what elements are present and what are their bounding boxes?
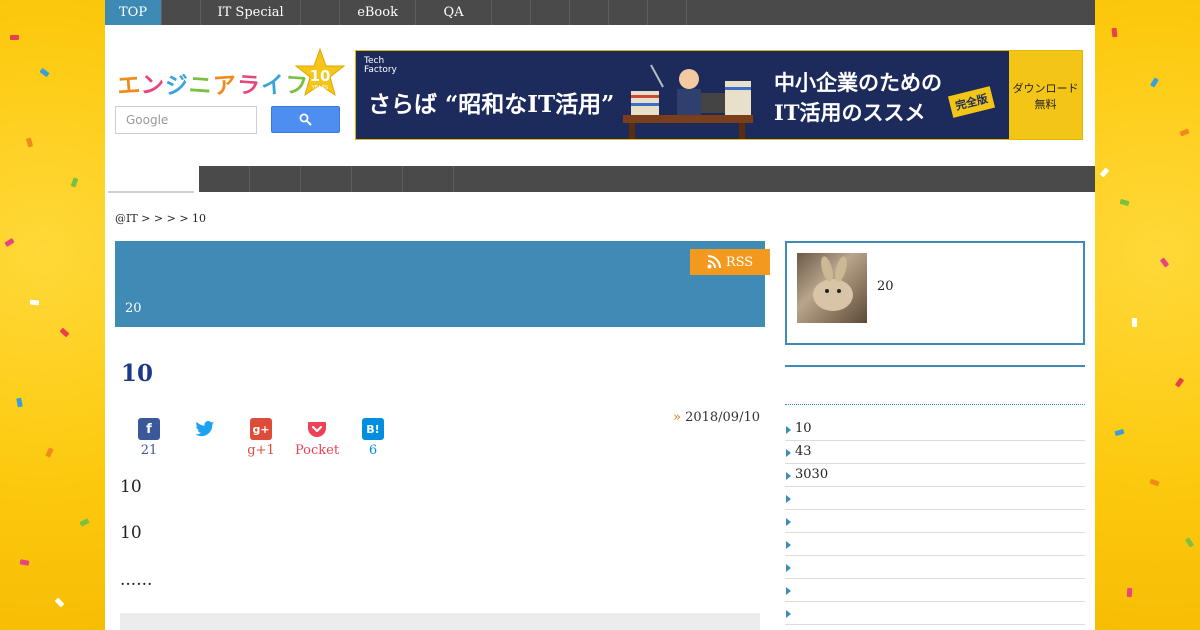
banner-badge: 完全版 — [947, 86, 996, 118]
top-nav: TOP IT Special eBook QA — [105, 0, 1095, 25]
logo-badge: 10 — [310, 67, 331, 85]
hatena-share-count: 6 — [368, 443, 378, 458]
ranking-item[interactable] — [785, 487, 1085, 510]
nav-item[interactable] — [492, 0, 532, 25]
facebook-share-button[interactable]: f 21 — [125, 418, 173, 459]
banner-brand-line2: Factory — [364, 65, 397, 75]
google-plus-icon: g+ — [250, 418, 272, 440]
logo-text: エンジニアライフ — [116, 66, 309, 100]
search-icon — [299, 113, 312, 126]
article-title: 10 — [121, 360, 154, 387]
page: TOP IT Special eBook QA エンジニアライフ 10 YEAR… — [105, 0, 1095, 630]
confetti-piece — [1111, 27, 1118, 38]
star-badge-icon: 10 YEARS — [295, 48, 345, 97]
background-right — [1095, 0, 1200, 630]
nav-item[interactable] — [570, 0, 610, 25]
hatena-bookmark-icon: B! — [362, 418, 384, 440]
pocket-share-button[interactable]: Pocket — [293, 418, 341, 459]
ranking-item[interactable] — [785, 510, 1085, 533]
nav-item-ebook[interactable]: eBook — [340, 0, 417, 25]
site-logo[interactable]: エンジニアライフ 10 YEARS — [116, 48, 345, 100]
author-profile[interactable]: 20 — [785, 241, 1085, 345]
pocket-icon — [308, 422, 326, 437]
confetti-piece — [1126, 587, 1133, 598]
banner-subline2: IT活用のススメ — [774, 100, 926, 125]
logo-letter: ラ — [235, 72, 262, 100]
date-value: 2018/09/10 — [685, 410, 760, 425]
twitter-icon — [195, 421, 214, 437]
twitter-share-button[interactable] — [181, 418, 229, 459]
rabbit-photo-icon — [813, 256, 853, 311]
ranking-item[interactable]: 10 — [785, 418, 1085, 441]
ranking-item[interactable] — [785, 556, 1085, 579]
background-left — [0, 0, 105, 630]
logo-letter: ニ — [187, 72, 214, 100]
banner-headline: さらば “昭和なIT活用” — [368, 91, 615, 118]
logo-letter: ン — [139, 72, 166, 100]
ranking-list: 10 43 3030 — [785, 418, 1085, 625]
category-nav-item[interactable] — [301, 166, 352, 192]
logo-letter: イ — [260, 72, 287, 100]
logo-letters: エンジニアライフ — [116, 66, 309, 100]
search-button[interactable] — [271, 106, 340, 133]
category-nav — [199, 166, 1095, 192]
banner-download-line1: ダウンロード — [1012, 82, 1079, 95]
rss-label: RSS — [725, 254, 754, 270]
pocket-share-label: Pocket — [294, 443, 340, 458]
confetti-piece — [10, 35, 19, 40]
breadcrumb[interactable]: @IT > > > > 10 — [115, 212, 206, 225]
hatena-share-button[interactable]: B! 6 — [349, 418, 397, 459]
banner-brand: Tech Factory — [364, 57, 397, 75]
nav-item-qa[interactable]: QA — [416, 0, 493, 25]
blog-post-count: 20 — [125, 301, 142, 316]
desk-illustration-icon — [623, 64, 753, 139]
ad-banner[interactable]: Tech Factory さらば “昭和なIT活用” 中小企業のための IT活用… — [355, 50, 1083, 140]
confetti-piece — [29, 299, 40, 306]
nav-item[interactable] — [301, 0, 341, 25]
nav-item[interactable] — [531, 0, 571, 25]
confetti-piece — [1131, 317, 1138, 328]
date-marker: » — [672, 410, 681, 425]
nav-item[interactable] — [648, 0, 688, 25]
category-nav-item[interactable] — [403, 166, 454, 192]
rss-button[interactable]: RSS — [690, 249, 770, 275]
logo-badge-sub: YEARS — [311, 85, 328, 91]
search-input[interactable]: Google — [115, 106, 257, 134]
nav-item[interactable] — [609, 0, 649, 25]
logo-letter: エ — [116, 72, 143, 100]
logo-letter: ア — [212, 72, 239, 100]
ranking-item[interactable] — [785, 579, 1085, 602]
google-plus-share-button[interactable]: g+ g+1 — [237, 418, 285, 459]
banner-download-line2: 無料 — [1034, 98, 1057, 111]
ranking-item[interactable] — [785, 602, 1085, 625]
article-quote-box — [120, 613, 760, 630]
google-plus-share-label: g+1 — [247, 443, 275, 458]
blog-header: RSS 20 — [115, 241, 770, 327]
category-nav-item[interactable] — [199, 166, 250, 192]
category-nav-item[interactable] — [250, 166, 301, 192]
rss-icon — [707, 255, 721, 269]
ranking-dotted-divider — [785, 404, 1085, 405]
nav-item-it-special[interactable]: IT Special — [201, 0, 302, 25]
author-avatar — [797, 253, 867, 323]
social-share-bar: f 21 g+ g+1 Pocket B! 6 — [125, 418, 405, 459]
ranking-item[interactable]: 3030 — [785, 464, 1085, 487]
ranking-divider — [785, 365, 1085, 367]
article-paragraph: 10 — [120, 523, 142, 543]
article-paragraph: 10 — [120, 477, 142, 497]
logo-letter: ジ — [164, 72, 191, 100]
banner-download: ダウンロード 無料 — [1009, 51, 1082, 139]
nav-item-top[interactable]: TOP — [105, 0, 163, 25]
article-paragraph: ...... — [120, 570, 153, 590]
category-nav-item[interactable] — [352, 166, 403, 192]
ranking-item[interactable]: 43 — [785, 441, 1085, 464]
banner-subline1: 中小企業のための — [774, 70, 942, 95]
article-date: » 2018/09/10 — [673, 410, 760, 425]
subnav-home-underline — [108, 191, 194, 193]
ranking-item[interactable] — [785, 533, 1085, 556]
facebook-icon: f — [138, 418, 160, 440]
author-post-count: 20 — [877, 279, 894, 294]
facebook-share-count: 21 — [140, 443, 158, 458]
nav-item[interactable] — [162, 0, 202, 25]
